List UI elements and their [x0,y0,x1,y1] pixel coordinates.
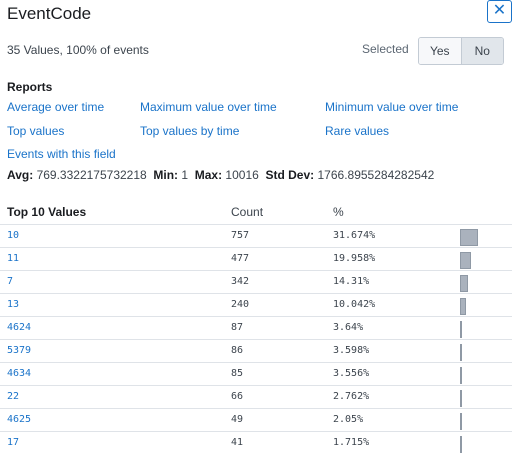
column-header-percent: % [333,205,344,219]
row-count: 87 [231,322,244,333]
column-header-top-values: Top 10 Values [7,205,87,219]
row-percent: 3.598% [333,345,370,356]
table-row[interactable]: 7 342 14.31% [0,270,512,293]
row-value[interactable]: 4624 [7,322,31,333]
table-row[interactable]: 4625 49 2.05% [0,408,512,431]
panel-title: EventCode [7,4,92,23]
reports-heading: Reports [7,80,53,94]
row-percent: 3.556% [333,368,370,379]
min-value: 1 [181,168,189,182]
row-count: 41 [231,437,244,448]
selected-toggle: Yes No [418,37,504,65]
row-percent: 3.64% [333,322,364,333]
row-percent: 14.31% [333,276,370,287]
row-value[interactable]: 17 [7,437,19,448]
row-value[interactable]: 11 [7,253,19,264]
table-row[interactable]: 5379 86 3.598% [0,339,512,362]
selected-yes-button[interactable]: Yes [419,38,462,64]
selected-no-button[interactable]: No [461,38,503,64]
report-link-top-values[interactable]: Top values [7,124,64,138]
row-count: 49 [231,414,244,425]
table-row[interactable]: 11 477 19.958% [0,247,512,270]
row-percent: 31.674% [333,230,376,241]
close-icon: ✕ [492,2,507,19]
table-row[interactable]: 10 757 31.674% [0,224,512,247]
report-link-events-with-field[interactable]: Events with this field [7,147,116,161]
row-value[interactable]: 4634 [7,368,31,379]
row-percent-bar [460,321,462,338]
row-count: 240 [231,299,250,310]
field-stats: Avg: 769.3322175732218 Min: 1 Max: 10016… [7,168,434,182]
min-label: Min: [153,168,179,182]
row-percent: 1.715% [333,437,370,448]
row-percent: 2.762% [333,391,370,402]
row-percent-bar [460,367,462,384]
selected-label: Selected [362,42,409,56]
row-percent: 10.042% [333,299,376,310]
column-header-count: Count [231,205,264,219]
row-count: 342 [231,276,250,287]
table-row[interactable]: 4634 85 3.556% [0,362,512,385]
row-value[interactable]: 13 [7,299,19,310]
row-percent: 2.05% [333,414,364,425]
row-value[interactable]: 22 [7,391,19,402]
max-label: Max: [194,168,223,182]
table-row[interactable]: 4624 87 3.64% [0,316,512,339]
max-value: 10016 [225,168,259,182]
row-count: 86 [231,345,244,356]
report-link-average-over-time[interactable]: Average over time [7,100,104,114]
row-percent-bar [460,229,478,246]
row-count: 757 [231,230,250,241]
row-percent-bar [460,436,462,453]
values-summary: 35 Values, 100% of events [7,43,149,57]
report-link-minimum-over-time[interactable]: Minimum value over time [325,100,458,114]
report-link-top-values-by-time[interactable]: Top values by time [140,124,239,138]
report-link-maximum-over-time[interactable]: Maximum value over time [140,100,277,114]
table-row[interactable]: 22 66 2.762% [0,385,512,408]
close-button[interactable]: ✕ [487,0,512,23]
table-row[interactable]: 13 240 10.042% [0,293,512,316]
std-dev-label: Std Dev: [265,168,315,182]
row-value[interactable]: 5379 [7,345,31,356]
row-percent-bar [460,298,466,315]
row-count: 477 [231,253,250,264]
row-percent-bar [460,390,462,407]
row-percent-bar [460,344,462,361]
avg-label: Avg: [7,168,34,182]
std-dev-value: 1766.8955284282542 [317,168,435,182]
row-value[interactable]: 10 [7,230,19,241]
table-row[interactable]: 17 41 1.715% [0,431,512,454]
report-link-rare-values[interactable]: Rare values [325,124,389,138]
row-percent-bar [460,252,471,269]
row-percent-bar [460,413,462,430]
avg-value: 769.3322175732218 [36,168,147,182]
row-value[interactable]: 7 [7,276,13,287]
row-count: 85 [231,368,244,379]
row-percent: 19.958% [333,253,376,264]
row-percent-bar [460,275,468,292]
row-count: 66 [231,391,244,402]
row-value[interactable]: 4625 [7,414,31,425]
